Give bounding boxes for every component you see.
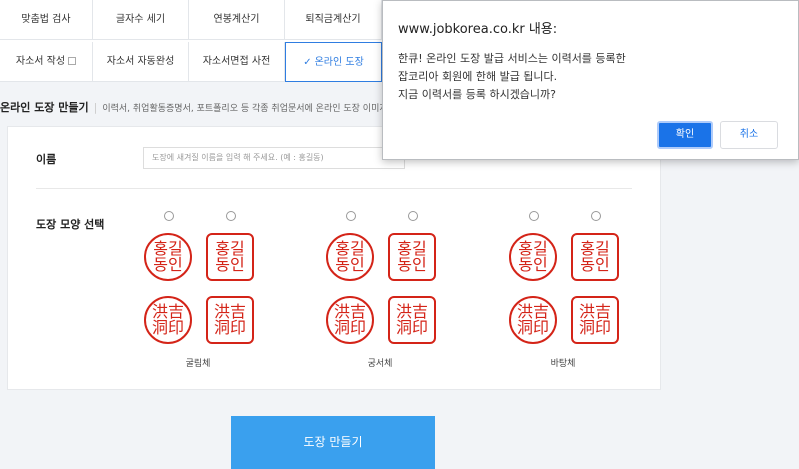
- cancel-button[interactable]: 취소: [720, 121, 778, 149]
- section-divider: |: [93, 101, 98, 114]
- name-label: 이름: [36, 153, 57, 166]
- seal-preview[interactable]: 洪吉 洞印: [571, 296, 619, 344]
- dialog-message-line: 지금 이력서를 등록 하시겠습니까?: [398, 88, 557, 101]
- section-title: 온라인 도장 만들기: [0, 101, 89, 114]
- seal-text: 洞印: [333, 318, 366, 337]
- name-input[interactable]: 도장에 새겨질 이름을 입력 해 주세요. (예 : 홍길동): [143, 147, 405, 169]
- check-icon: ✓: [303, 57, 312, 68]
- seal-preview[interactable]: 洪吉 洞印: [326, 296, 374, 344]
- seal-preview[interactable]: 홍길 동인: [326, 233, 374, 281]
- dialog-title: www.jobkorea.co.kr 내용:: [398, 22, 558, 37]
- seal-text: 동인: [397, 255, 427, 274]
- seal-style-name: 굴림체: [185, 359, 211, 369]
- tab-online-seal[interactable]: ✓ 온라인 도장: [285, 42, 382, 82]
- seal-preview[interactable]: 홍길 동인: [509, 233, 557, 281]
- seal-style-name: 바탕체: [550, 359, 576, 369]
- seal-preview[interactable]: 洪吉 洞印: [144, 296, 192, 344]
- tab-severance-calc[interactable]: 퇴직금계산기: [285, 0, 382, 40]
- tab-spell-check[interactable]: 맞춤법 검사: [0, 0, 93, 40]
- make-seal-button[interactable]: 도장 만들기: [231, 416, 435, 469]
- shape-label: 도장 모양 선택: [36, 218, 105, 231]
- ok-button[interactable]: 확인: [657, 121, 713, 149]
- dialog-message-line: 한큐! 온라인 도장 발급 서비스는 이력서를 등록한: [398, 52, 626, 65]
- seal-text: 洞印: [578, 318, 611, 337]
- seal-option-radio[interactable]: [226, 211, 236, 221]
- seal-text: 洞印: [151, 318, 184, 337]
- seal-text: 동인: [335, 255, 365, 274]
- seal-text: 洞印: [516, 318, 549, 337]
- seal-option-radio[interactable]: [164, 211, 174, 221]
- seal-text: 동인: [580, 255, 610, 274]
- external-icon: [68, 57, 77, 65]
- tab-cover-letter-write[interactable]: 자소서 작성: [0, 42, 93, 82]
- tab-salary-calc[interactable]: 연봉계산기: [189, 0, 285, 40]
- seal-text: 洞印: [395, 318, 428, 337]
- section-description: 이력서, 취업활동증명서, 포트폴리오 등 각종 취업문서에 온라인 도장 이미…: [102, 104, 388, 114]
- seal-option-radio[interactable]: [591, 211, 601, 221]
- seal-option-radio[interactable]: [346, 211, 356, 221]
- seal-preview[interactable]: 洪吉 洞印: [388, 296, 436, 344]
- seal-text: 洞印: [213, 318, 246, 337]
- name-placeholder: 도장에 새겨질 이름을 입력 해 주세요. (예 : 홍길동): [152, 153, 324, 162]
- seal-style-name: 궁서체: [367, 359, 393, 369]
- tab-cover-letter-autocomplete[interactable]: 자소서 자동완성: [93, 42, 189, 82]
- tab-char-count[interactable]: 글자수 세기: [93, 0, 189, 40]
- seal-preview[interactable]: 洪吉 洞印: [509, 296, 557, 344]
- confirm-dialog: www.jobkorea.co.kr 내용: 한큐! 온라인 도장 발급 서비스…: [382, 0, 799, 160]
- form-divider: [36, 188, 632, 189]
- dialog-message: 한큐! 온라인 도장 발급 서비스는 이력서를 등록한 잡코리아 회원에 한해 …: [398, 50, 626, 104]
- seal-preview[interactable]: 홍길 동인: [388, 233, 436, 281]
- tab-interview-dictionary[interactable]: 자소서면접 사전: [189, 42, 285, 82]
- seal-option-radio[interactable]: [529, 211, 539, 221]
- seal-text: 동인: [518, 255, 548, 274]
- seal-text: 동인: [215, 255, 245, 274]
- seal-option-radio[interactable]: [408, 211, 418, 221]
- seal-preview[interactable]: 홍길 동인: [144, 233, 192, 281]
- seal-preview[interactable]: 홍길 동인: [571, 233, 619, 281]
- dialog-message-line: 잡코리아 회원에 한해 발급 됩니다.: [398, 70, 558, 83]
- seal-text: 동인: [153, 255, 183, 274]
- seal-preview[interactable]: 洪吉 洞印: [206, 296, 254, 344]
- seal-preview[interactable]: 홍길 동인: [206, 233, 254, 281]
